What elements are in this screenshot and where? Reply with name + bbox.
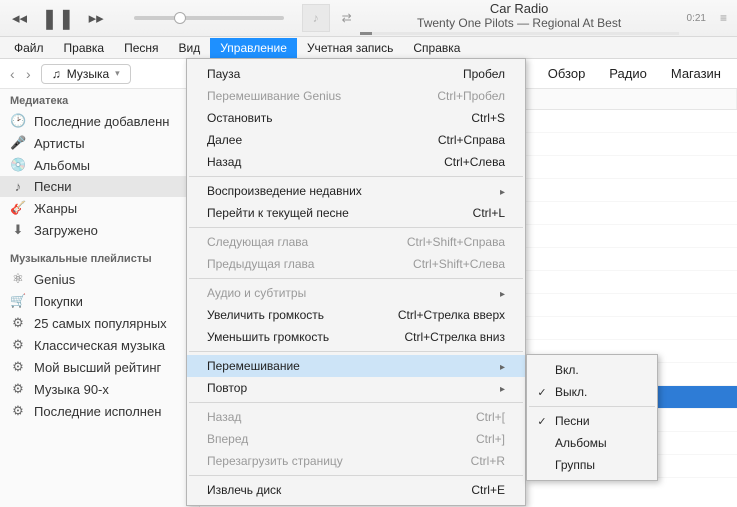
- sidebar: Медиатека 🕑 Последние добавленн 🎤 Артисты 💿 А…: [0, 89, 200, 507]
- menubar: ФайлПравкаПесняВидУправлениеУчетная запи…: [0, 37, 737, 59]
- sidebar-item[interactable]: ⚙ Классическая музыка: [0, 334, 199, 356]
- sidebar-item-label: Альбомы: [34, 158, 90, 173]
- menu-item[interactable]: Извлечь дискCtrl+E: [187, 479, 525, 501]
- sidebar-item[interactable]: ⚙ Музыка 90-х: [0, 378, 199, 400]
- sidebar-icon: ⚙: [10, 359, 26, 375]
- menu-item: Перемешивание GeniusCtrl+Пробел: [187, 85, 525, 107]
- tab-магазин[interactable]: Магазин: [671, 66, 721, 81]
- chevron-down-icon: ▾: [115, 68, 120, 79]
- sidebar-item[interactable]: 🎸 Жанры: [0, 197, 199, 219]
- pause-button[interactable]: ❚❚: [41, 6, 75, 31]
- player-bar: ◂◂ ❚❚ ▸▸ ♪ ⇄ Car Radio Twenty One Pilots…: [0, 0, 737, 37]
- sidebar-icon: 💿: [10, 157, 26, 173]
- sidebar-item-label: Загружено: [34, 223, 98, 238]
- volume-slider[interactable]: [134, 16, 284, 20]
- sidebar-icon: ⚙: [10, 403, 26, 419]
- sidebar-icon: 🎤: [10, 135, 26, 151]
- submenu-item[interactable]: ✓Выкл.: [527, 381, 657, 403]
- media-kind-dropdown[interactable]: ♫ Музыка ▾: [41, 64, 131, 84]
- sidebar-item-label: Жанры: [34, 201, 77, 216]
- sidebar-item-label: Классическая музыка: [34, 338, 165, 353]
- next-button[interactable]: ▸▸: [89, 9, 104, 27]
- prev-button[interactable]: ◂◂: [12, 9, 27, 27]
- submenu-item[interactable]: Вкл.: [527, 359, 657, 381]
- menu-item[interactable]: Воспроизведение недавних: [187, 180, 525, 202]
- sidebar-item-label: Мой высший рейтинг: [34, 360, 161, 375]
- now-playing-title: Car Radio: [360, 1, 679, 16]
- menu-item: НазадCtrl+[: [187, 406, 525, 428]
- nav-back-icon[interactable]: ‹: [6, 66, 19, 82]
- menu-item[interactable]: НазадCtrl+Слева: [187, 151, 525, 173]
- sidebar-item[interactable]: ⬇ Загружено: [0, 219, 199, 241]
- shuffle-submenu: Вкл.✓Выкл. ✓ПесниАльбомыГруппы: [526, 354, 658, 481]
- sidebar-item[interactable]: ⚙ 25 самых популярных: [0, 312, 199, 334]
- sidebar-icon: 🕑: [10, 113, 26, 129]
- menu-вид[interactable]: Вид: [169, 38, 211, 58]
- sidebar-icon: 🎸: [10, 200, 26, 216]
- album-art-icon: ♪: [302, 4, 330, 32]
- sidebar-item-label: Артисты: [34, 136, 85, 151]
- menu-item[interactable]: Перейти к текущей песнеCtrl+L: [187, 202, 525, 224]
- sidebar-head-playlists: Музыкальные плейлисты: [0, 247, 199, 268]
- sidebar-item[interactable]: 🕑 Последние добавленн: [0, 110, 199, 132]
- sidebar-item-label: Genius: [34, 272, 75, 287]
- sidebar-item-label: Песни: [34, 179, 72, 194]
- top-tabs: Обзор Радио Магазин: [548, 66, 731, 81]
- sidebar-item[interactable]: 🛒 Покупки: [0, 290, 199, 312]
- tab-обзор[interactable]: Обзор: [548, 66, 586, 81]
- sidebar-icon: ♪: [10, 179, 26, 194]
- menu-правка[interactable]: Правка: [54, 38, 115, 58]
- sidebar-item[interactable]: 🎤 Артисты: [0, 132, 199, 154]
- menu-item[interactable]: ОстановитьCtrl+S: [187, 107, 525, 129]
- sidebar-item-label: Последние исполнен: [34, 404, 161, 419]
- menu-файл[interactable]: Файл: [4, 38, 54, 58]
- menu-item[interactable]: ПаузаПробел: [187, 63, 525, 85]
- media-kind-label: Музыка: [67, 67, 109, 81]
- list-icon[interactable]: ≡: [720, 11, 727, 25]
- menu-item[interactable]: Перемешивание: [187, 355, 525, 377]
- nav-fwd-icon[interactable]: ›: [22, 66, 35, 82]
- submenu-item[interactable]: ✓Песни: [527, 410, 657, 432]
- menu-item[interactable]: Уменьшить громкостьCtrl+Стрелка вниз: [187, 326, 525, 348]
- elapsed-time: 0:21: [687, 13, 712, 24]
- sidebar-icon: ⚙: [10, 315, 26, 331]
- sidebar-icon: ⬇: [10, 222, 26, 238]
- sidebar-item-label: Покупки: [34, 294, 83, 309]
- now-playing-subtitle: Twenty One Pilots — Regional At Best: [360, 16, 679, 30]
- sidebar-item[interactable]: ⚙ Мой высший рейтинг: [0, 356, 199, 378]
- submenu-item[interactable]: Группы: [527, 454, 657, 476]
- sidebar-icon: 🛒: [10, 293, 26, 309]
- menu-item: ВпередCtrl+]: [187, 428, 525, 450]
- sidebar-icon: ⚙: [10, 337, 26, 353]
- playback-controls: ◂◂ ❚❚ ▸▸: [0, 6, 116, 31]
- menu-item[interactable]: ДалееCtrl+Справа: [187, 129, 525, 151]
- tab-радио[interactable]: Радио: [609, 66, 647, 81]
- menu-item[interactable]: Увеличить громкостьCtrl+Стрелка вверх: [187, 304, 525, 326]
- sidebar-item-label: Музыка 90-х: [34, 382, 109, 397]
- sidebar-item-label: Последние добавленн: [34, 114, 169, 129]
- now-playing: ♪ ⇄ Car Radio Twenty One Pilots — Region…: [302, 1, 737, 35]
- sidebar-item[interactable]: 💿 Альбомы: [0, 154, 199, 176]
- control-menu: ПаузаПробелПеремешивание GeniusCtrl+Проб…: [186, 58, 526, 506]
- shuffle-icon[interactable]: ⇄: [342, 11, 352, 25]
- menu-item: Предыдущая главаCtrl+Shift+Слева: [187, 253, 525, 275]
- sidebar-icon: ⚛: [10, 271, 26, 287]
- menu-песня[interactable]: Песня: [114, 38, 168, 58]
- menu-item: Следующая главаCtrl+Shift+Справа: [187, 231, 525, 253]
- menu-учетная запись[interactable]: Учетная запись: [297, 38, 403, 58]
- menu-item[interactable]: Повтор: [187, 377, 525, 399]
- menu-справка[interactable]: Справка: [403, 38, 470, 58]
- menu-item: Аудио и субтитры: [187, 282, 525, 304]
- music-note-icon: ♫: [52, 67, 61, 81]
- menu-item: Перезагрузить страницуCtrl+R: [187, 450, 525, 472]
- submenu-item[interactable]: Альбомы: [527, 432, 657, 454]
- menu-управление[interactable]: Управление: [210, 38, 297, 58]
- sidebar-icon: ⚙: [10, 381, 26, 397]
- sidebar-item[interactable]: ⚛ Genius: [0, 268, 199, 290]
- sidebar-item[interactable]: ♪ Песни: [0, 176, 199, 197]
- sidebar-item[interactable]: ⚙ Последние исполнен: [0, 400, 199, 422]
- sidebar-item-label: 25 самых популярных: [34, 316, 167, 331]
- sidebar-head-library: Медиатека: [0, 89, 199, 110]
